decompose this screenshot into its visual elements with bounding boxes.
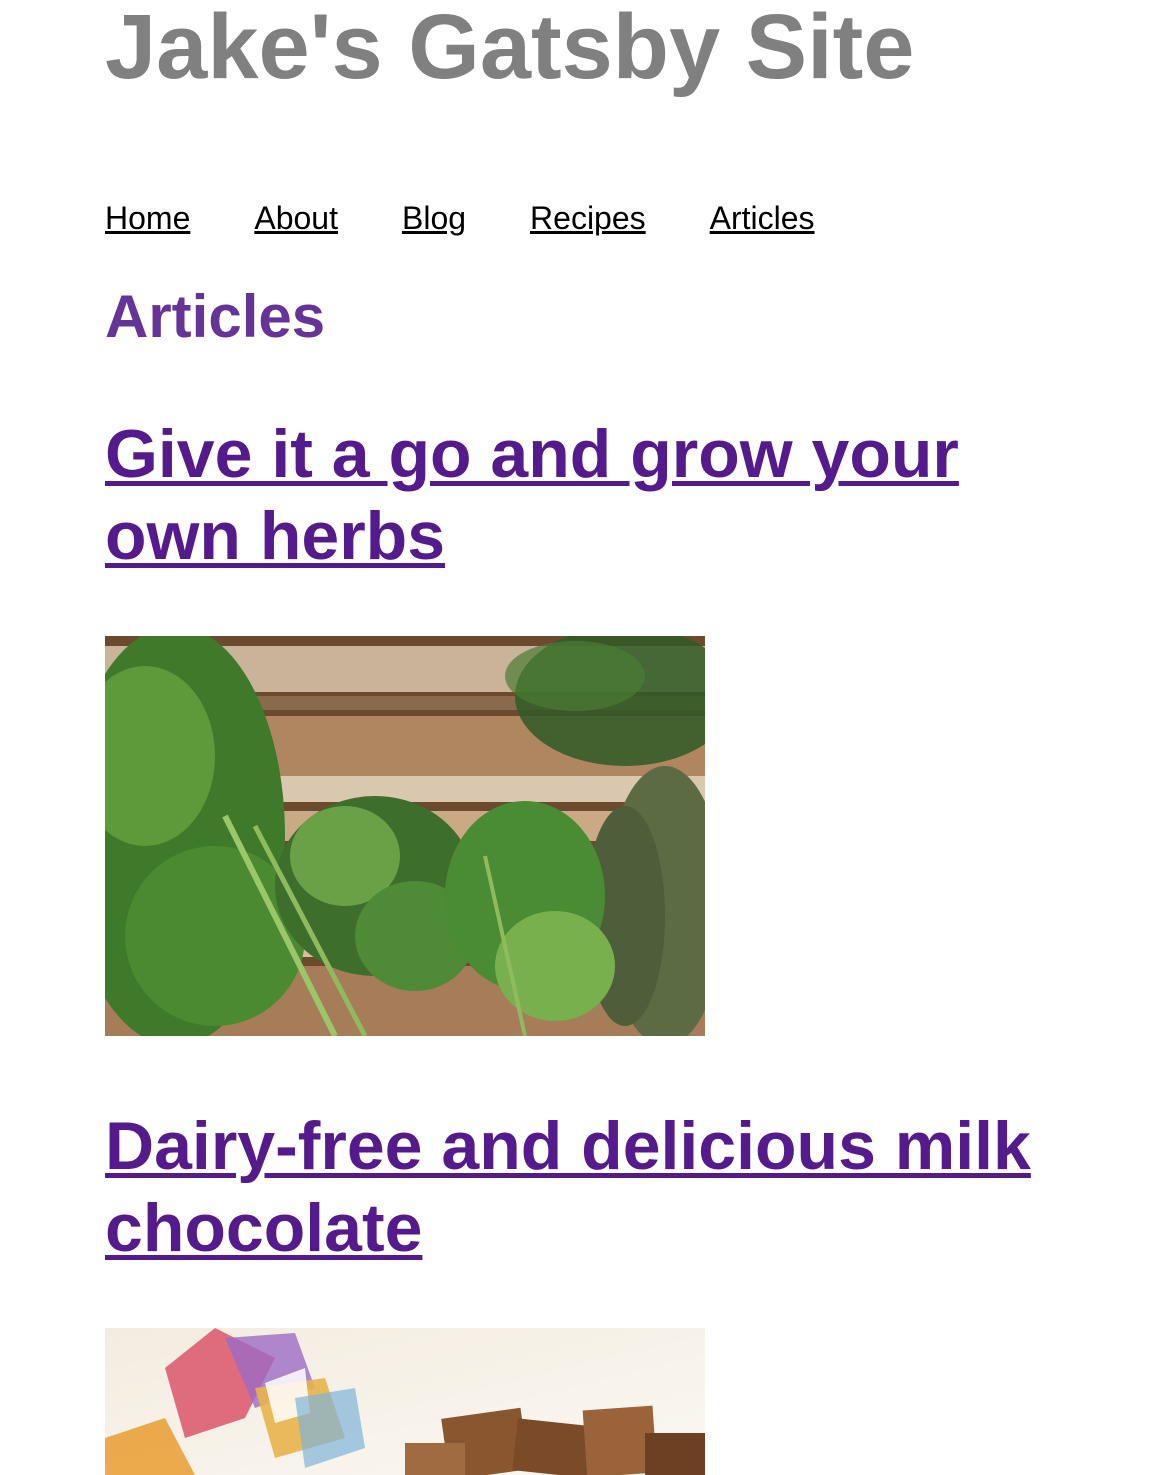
nav-link-blog[interactable]: Blog	[402, 199, 466, 237]
article-title: Give it a go and grow your own herbs	[105, 413, 1105, 577]
nav-link-about[interactable]: About	[254, 199, 338, 237]
nav-link-recipes[interactable]: Recipes	[530, 199, 646, 237]
article-link-chocolate[interactable]: Dairy-free and delicious milk chocolate	[105, 1108, 1031, 1266]
chocolate-photo	[105, 1328, 705, 1475]
main-nav: Home About Blog Recipes Articles	[105, 199, 879, 237]
article-image-herbs[interactable]	[105, 636, 705, 1036]
page-title: Articles	[105, 283, 326, 350]
article-title: Dairy-free and delicious milk chocolate	[105, 1105, 1105, 1269]
nav-link-articles[interactable]: Articles	[710, 199, 815, 237]
herbs-photo	[105, 636, 705, 1036]
site-title[interactable]: Jake's Gatsby Site	[105, 0, 914, 102]
article-link-herbs[interactable]: Give it a go and grow your own herbs	[105, 416, 959, 574]
article-image-chocolate[interactable]	[105, 1328, 705, 1475]
nav-link-home[interactable]: Home	[105, 199, 190, 237]
